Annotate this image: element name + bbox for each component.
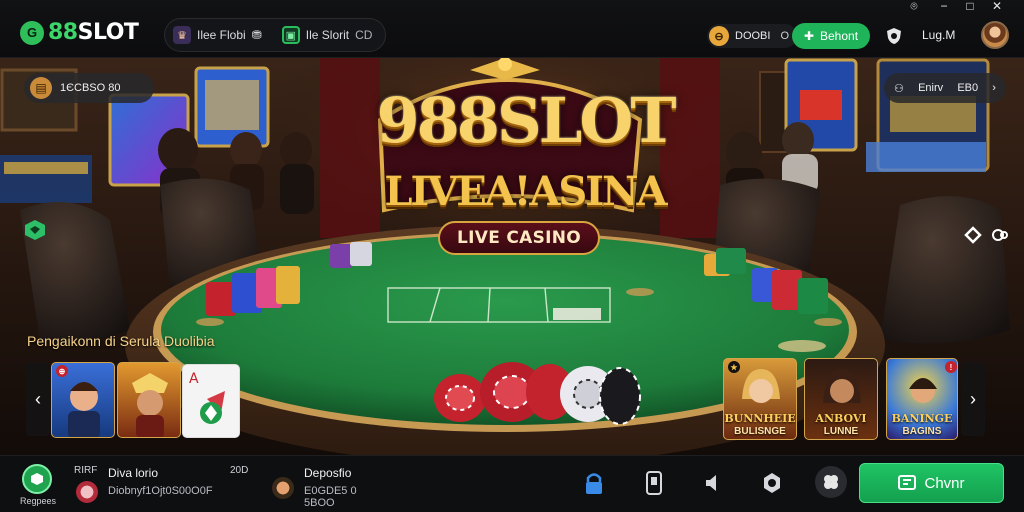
svg-text:A: A xyxy=(189,371,199,387)
game-title: ANBOVI xyxy=(815,412,867,425)
register-label: Regpees xyxy=(20,496,57,506)
deposit-label: Behont xyxy=(820,29,859,43)
settings-button[interactable] xyxy=(759,470,785,496)
category-switcher: ♛ Ilee Flobi ⛃ ▣ Ile Slorit CD xyxy=(164,18,386,52)
share-label: Enirv xyxy=(918,82,944,94)
balance-display[interactable]: ⊖ DOOBI O xyxy=(707,24,798,48)
game-card-right-1[interactable]: ★ BUNNHEIE BULISNGE xyxy=(723,358,797,440)
lock-button[interactable] xyxy=(581,470,607,496)
fullscreen-toggle-icon[interactable] xyxy=(962,224,1010,246)
chat-icon xyxy=(898,475,917,490)
player-card-2[interactable]: 20D Deposfio E0GDE5 0 5BOO xyxy=(230,465,390,509)
game-caption: LUNNE xyxy=(823,426,859,437)
new-badge-icon: ! xyxy=(945,361,957,373)
player-tag: 20D xyxy=(230,465,249,476)
game-card-right-2[interactable]: ANBOVI LUNNE xyxy=(804,358,878,440)
player-avatar xyxy=(76,481,98,503)
tab-live[interactable]: ♛ Ilee Flobi ⛃ xyxy=(173,26,262,44)
register-icon xyxy=(22,464,52,494)
game-card-right-3[interactable]: ! BANINGE BAGINS xyxy=(886,358,958,440)
brand-logo[interactable]: G 88SLOT xyxy=(20,20,139,45)
player-card-1[interactable]: RIRF Diva lorio Diobnyf1Ojt0S00O0F xyxy=(74,465,234,505)
brand-name: 88SLOT xyxy=(48,20,139,45)
hero-title: 988SLOT xyxy=(376,84,677,157)
hero-headline: 988SLOT LIVEA!ASINA LIVE CASINO xyxy=(360,70,690,260)
sound-button[interactable] xyxy=(700,470,726,496)
speaker-icon xyxy=(706,475,716,491)
minimize-icon[interactable]: − xyxy=(935,0,953,13)
slot-icon: ▣ xyxy=(281,26,300,44)
ping-label: 1ЄCBSO 80 xyxy=(60,82,121,94)
player-tag: RIRF xyxy=(74,465,98,476)
dealer-icon: ♛ xyxy=(173,26,191,44)
deposit-button[interactable]: ✚ Behont xyxy=(792,23,870,49)
hot-badge-icon: ⊕ xyxy=(56,365,68,377)
game-title: BANINGE xyxy=(891,412,953,425)
balance-amount: DOOBI xyxy=(735,30,771,42)
maximize-icon[interactable]: □ xyxy=(961,0,979,13)
game-title: BUNNHEIE xyxy=(724,412,796,425)
green-ticket-icon[interactable] xyxy=(22,217,48,243)
game-card-left-1[interactable]: ⊕ xyxy=(51,362,115,438)
share-pill[interactable]: ⚇ Enirv EB0 › xyxy=(884,73,1006,103)
tab-slot[interactable]: ▣ Ile Slorit CD xyxy=(281,26,373,44)
game-card-left-3[interactable]: A xyxy=(182,364,240,438)
tab-live-label: Ilee Flobi xyxy=(197,28,246,42)
lucky-button[interactable] xyxy=(815,466,847,498)
lock-icon xyxy=(586,473,602,494)
jackpot-badge-icon: ★ xyxy=(728,361,740,373)
user-search-icon: ⚇ xyxy=(894,82,904,95)
network-icon[interactable]: ⌾ xyxy=(905,0,923,13)
hero-subtitle: LIVEA!ASINA xyxy=(384,168,667,215)
treasure-icon: ▤ xyxy=(30,77,52,99)
chat-label: Chvnr xyxy=(924,474,965,492)
chip-icon: ⛃ xyxy=(251,28,262,42)
carousel-prev-button[interactable]: ‹ xyxy=(26,362,50,436)
top-bar: G 88SLOT ♛ Ilee Flobi ⛃ ▣ Ile Slorit CD … xyxy=(0,0,1024,58)
avatar[interactable] xyxy=(981,21,1009,49)
share-value: EB0 xyxy=(957,82,979,94)
gear-icon xyxy=(764,473,780,493)
player-detail: E0GDE5 0 5BOO xyxy=(304,485,357,509)
logo-badge-icon: G xyxy=(20,20,44,45)
game-caption: BULISNGE xyxy=(734,426,786,437)
clover-icon xyxy=(824,475,838,489)
balance-currency: O xyxy=(780,30,790,42)
register-shortcut[interactable]: Regpees xyxy=(20,464,57,506)
game-art xyxy=(132,373,168,437)
phone-icon xyxy=(646,471,662,495)
plus-icon: ✚ xyxy=(803,29,814,43)
tab-slot-label: Ile Slorit xyxy=(305,28,350,42)
chevron-right-icon: › xyxy=(992,82,996,94)
player-detail: Diobnyf1Ojt0S00O0F xyxy=(108,485,213,497)
phone-button[interactable] xyxy=(641,470,667,496)
promo-title: Pengaikonn di Serula Duolibia xyxy=(27,333,215,349)
game-art: A xyxy=(189,371,225,424)
shield-icon[interactable] xyxy=(886,27,902,45)
coin-icon: ⊖ xyxy=(709,26,729,46)
carousel-next-button[interactable]: › xyxy=(961,362,985,436)
player-avatar xyxy=(272,477,294,499)
username[interactable]: Lug.M xyxy=(922,28,955,42)
ping-pill[interactable]: ▤ 1ЄCBSO 80 xyxy=(24,73,154,103)
game-card-left-2[interactable] xyxy=(117,362,181,438)
game-caption: BAGINS xyxy=(902,426,942,437)
chat-button[interactable]: Chvnr xyxy=(859,463,1004,503)
player-name: Deposfio xyxy=(304,466,352,480)
tab-slot-suffix: CD xyxy=(355,28,373,42)
player-name: Diva lorio xyxy=(108,466,159,480)
close-icon[interactable]: ✕ xyxy=(988,0,1006,13)
live-casino-ribbon[interactable]: LIVE CASINO xyxy=(438,221,600,255)
